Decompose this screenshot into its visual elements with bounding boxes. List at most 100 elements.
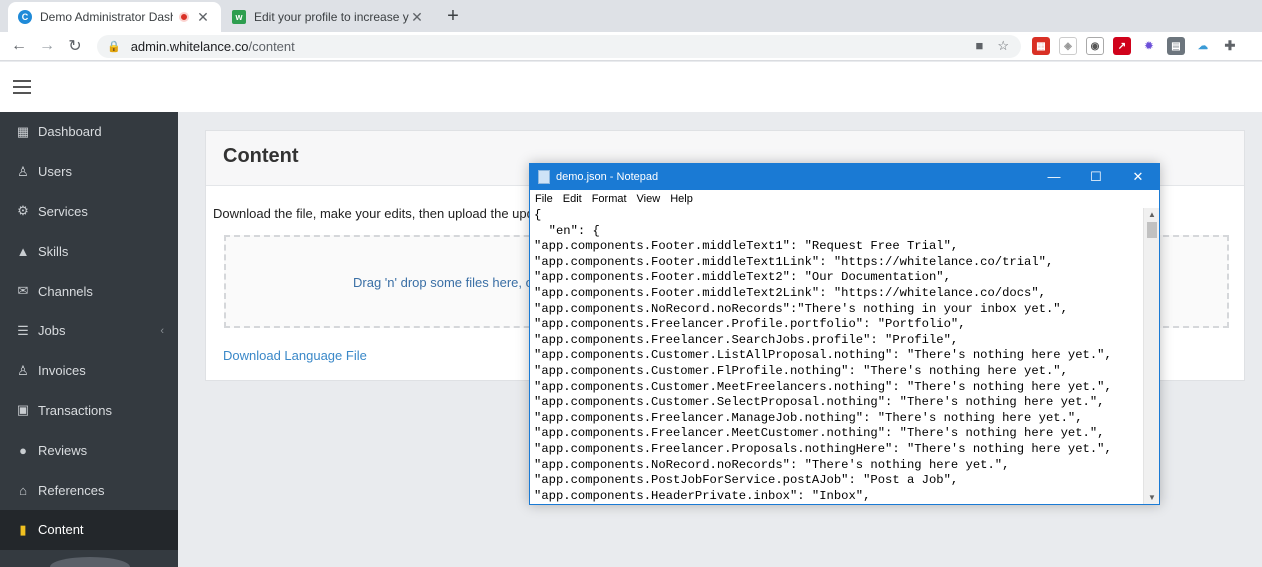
envelope-icon: ✉ xyxy=(17,283,29,299)
close-icon[interactable]: ✕ xyxy=(1117,164,1159,190)
text-line: "app.components.Customer.ListAllProposal… xyxy=(534,348,1112,363)
text-line: "app.components.Footer.middleText1": "Re… xyxy=(534,239,959,254)
sidebar-item-label: Users xyxy=(38,164,72,180)
puzzle-extensions-icon[interactable]: ✚ xyxy=(1221,37,1239,55)
scroll-down-arrow-icon[interactable]: ▼ xyxy=(1144,493,1160,502)
text-line: "app.components.PostJobForService.postAJ… xyxy=(534,473,959,488)
sidebar-item-label: Jobs xyxy=(38,323,66,339)
list-icon: ☰ xyxy=(17,322,29,338)
download-language-file-link[interactable]: Download Language File xyxy=(223,348,367,363)
notepad-window: demo.json - Notepad — ☐ ✕ File Edit Form… xyxy=(529,163,1160,505)
pdf-extension-icon[interactable]: ↗ xyxy=(1113,37,1131,55)
text-line: "app.components.Customer.SelectProposal.… xyxy=(534,395,1105,410)
grid-extension-icon[interactable]: ▤ xyxy=(1167,37,1185,55)
url-host: admin.whitelance.co xyxy=(130,39,249,54)
scroll-up-arrow-icon[interactable]: ▲ xyxy=(1144,210,1160,219)
text-line: "app.components.Freelancer.Profile.portf… xyxy=(534,317,966,332)
sidebar-item-reviews[interactable]: ● Reviews xyxy=(0,430,178,470)
site-favicon-icon: w xyxy=(232,10,246,24)
text-line: "app.components.Freelancer.ManageJob.not… xyxy=(534,410,1083,425)
text-line: "app.components.NoRecord.noRecords": "Th… xyxy=(534,457,1010,472)
menu-file[interactable]: File xyxy=(535,193,553,205)
color-extension-icon[interactable]: ✹ xyxy=(1140,37,1158,55)
notepad-text-area[interactable]: { "en": {"app.components.Footer.middleTe… xyxy=(530,208,1144,504)
menu-toggle-icon[interactable] xyxy=(13,80,31,98)
text-line: "app.components.Customer.MeetFreelancers… xyxy=(534,379,1112,394)
money-icon: ▣ xyxy=(16,402,30,418)
menu-edit[interactable]: Edit xyxy=(563,193,582,205)
maximize-icon[interactable]: ☐ xyxy=(1075,164,1117,190)
sidebar-item-invoices[interactable]: ♙ Invoices xyxy=(0,351,178,391)
tab-title: Demo Administrator Dashboard xyxy=(40,10,173,24)
graduation-cap-icon: ▲ xyxy=(16,243,30,259)
url-path: /content xyxy=(248,39,295,54)
menu-help[interactable]: Help xyxy=(670,193,693,205)
sidebar-item-references[interactable]: ⌂ References xyxy=(0,470,178,510)
user-invoice-icon: ♙ xyxy=(17,362,29,378)
sidebar-item-label: Dashboard xyxy=(38,124,102,140)
notepad-titlebar[interactable]: demo.json - Notepad — ☐ ✕ xyxy=(530,164,1159,190)
text-line: "app.components.Freelancer.MeetCustomer.… xyxy=(534,426,1105,441)
sidebar-item-label: Content xyxy=(38,522,84,538)
shield-extension-icon[interactable]: ◈ xyxy=(1059,37,1077,55)
text-line: "app.components.Customer.FlProfile.nothi… xyxy=(534,363,1068,378)
lock-icon: 🔒 xyxy=(107,41,121,53)
text-line: "app.components.Footer.middleText2Link":… xyxy=(534,285,1046,300)
notepad-title: demo.json - Notepad xyxy=(556,171,659,183)
notepad-menubar: File Edit Format View Help xyxy=(530,190,1159,208)
user-icon: ♙ xyxy=(17,163,29,179)
sidebar-item-dashboard[interactable]: ▦ Dashboard xyxy=(0,112,178,152)
scroll-thumb[interactable] xyxy=(1147,222,1157,238)
text-line: "app.components.Freelancer.SearchJobs.pr… xyxy=(534,332,959,347)
sidebar-item-services[interactable]: ⚙ Services xyxy=(0,192,178,232)
sidebar-item-skills[interactable]: ▲ Skills xyxy=(0,231,178,271)
address-bar[interactable]: 🔒 admin.whitelance.co/content ■ ☆ xyxy=(97,35,1021,58)
gear-icon: ⚙ xyxy=(17,203,29,219)
sidebar-item-channels[interactable]: ✉ Channels xyxy=(0,271,178,311)
text-line: "app.components.NoRecord.noRecords":"The… xyxy=(534,301,1068,316)
sidebar: ▦ Dashboard ♙ Users ⚙ Services ▲ Skills … xyxy=(0,112,178,567)
notepad-scrollbar[interactable]: ▲ ▼ xyxy=(1143,208,1159,504)
sidebar-item-users[interactable]: ♙ Users xyxy=(0,152,178,192)
file-icon: ▮ xyxy=(19,521,27,537)
app-header xyxy=(0,62,1262,112)
camera-icon[interactable]: ■ xyxy=(975,38,983,54)
sidebar-item-label: Invoices xyxy=(38,363,86,379)
minimize-icon[interactable]: — xyxy=(1033,164,1075,190)
close-icon[interactable]: ✕ xyxy=(195,9,211,26)
extensions-bar: ▦ ◈ ◉ ↗ ✹ ▤ ☁ ✚ xyxy=(1032,37,1239,55)
reload-icon[interactable]: ↻ xyxy=(61,36,89,56)
chevron-left-icon: ‹ xyxy=(160,324,164,337)
close-icon[interactable]: ✕ xyxy=(409,9,425,26)
recording-icon xyxy=(179,12,189,22)
content-description: Download the file, make your edits, then… xyxy=(213,206,534,221)
browser-toolbar: ← → ↻ 🔒 admin.whitelance.co/content ■ ☆ … xyxy=(0,32,1262,61)
menu-format[interactable]: Format xyxy=(592,193,627,205)
site-favicon-icon: C xyxy=(18,10,32,24)
star-icon[interactable]: ☆ xyxy=(997,38,1009,54)
cloud-extension-icon[interactable]: ☁ xyxy=(1194,37,1212,55)
back-arrow-icon[interactable]: ← xyxy=(5,37,33,55)
tab-title: Edit your profile to increase your chanc… xyxy=(254,10,409,24)
text-line: "app.components.HeaderPrivate.inbox": "I… xyxy=(534,488,871,503)
calendar-extension-icon[interactable]: ▦ xyxy=(1032,37,1050,55)
forward-arrow-icon[interactable]: → xyxy=(33,37,61,55)
screenshot-extension-icon[interactable]: ◉ xyxy=(1086,37,1104,55)
sidebar-item-label: Services xyxy=(38,203,88,219)
browser-tab-strip: C Demo Administrator Dashboard ✕ w Edit … xyxy=(0,0,1262,32)
browser-tab-admin[interactable]: C Demo Administrator Dashboard ✕ xyxy=(8,2,221,32)
menu-view[interactable]: View xyxy=(637,193,661,205)
bank-icon: ⌂ xyxy=(19,482,27,498)
dashboard-icon: ▦ xyxy=(16,123,30,139)
sidebar-item-jobs[interactable]: ☰ Jobs ‹ xyxy=(0,311,178,351)
sidebar-item-label: Transactions xyxy=(38,402,112,418)
browser-tab-profile[interactable]: w Edit your profile to increase your cha… xyxy=(222,2,435,32)
comments-icon: ● xyxy=(19,442,27,458)
text-line: "app.components.Footer.middleText2": "Ou… xyxy=(534,270,951,285)
sidebar-item-label: References xyxy=(38,482,105,498)
sidebar-item-transactions[interactable]: ▣ Transactions xyxy=(0,391,178,431)
sidebar-item-label: Reviews xyxy=(38,442,88,458)
new-tab-button[interactable]: + xyxy=(441,5,465,28)
text-line: "en": { xyxy=(534,223,600,238)
sidebar-item-content[interactable]: ▮ Content xyxy=(0,509,178,550)
